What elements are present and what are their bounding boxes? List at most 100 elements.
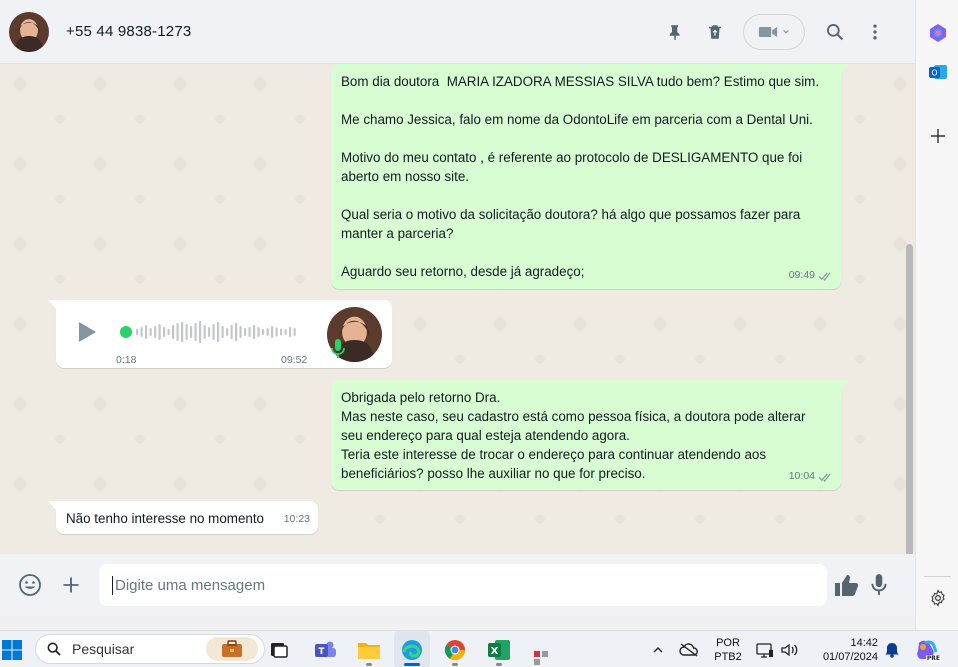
clock-date: 01/07/2024 <box>822 650 878 663</box>
message-list[interactable]: Bom dia doutora MARIA IZADORA MESSIAS SI… <box>0 64 915 554</box>
emoji-icon[interactable] <box>10 565 50 605</box>
waveform-bar <box>158 324 161 340</box>
contact-name[interactable]: +55 44 9838-1273 <box>66 23 191 40</box>
outlook-icon[interactable]: O <box>926 60 950 84</box>
running-indicator <box>452 663 458 666</box>
language-code: POR <box>716 636 740 649</box>
message-time: 09:49 <box>788 269 815 281</box>
message-paragraph: Motivo do meu contato , é referente ao p… <box>341 150 803 184</box>
voice-message[interactable]: 0:18 09:52 <box>48 300 392 368</box>
edge-browser-icon[interactable] <box>394 631 430 667</box>
contact-avatar[interactable] <box>9 11 49 52</box>
waveform-bar <box>239 326 242 338</box>
double-check-icon <box>818 271 831 281</box>
waveform-bar <box>145 325 148 339</box>
outgoing-message[interactable]: Obrigada pelo retorno Dra. Mas neste cas… <box>331 380 849 490</box>
message-time: 09:52 <box>281 354 308 366</box>
waveform-bar <box>289 327 292 337</box>
pinned-app-icon[interactable] <box>526 631 556 667</box>
windows-start-icon[interactable] <box>0 631 24 667</box>
waveform-bar <box>253 325 256 339</box>
copilot-taskbar-icon[interactable]: PRE <box>912 631 942 667</box>
chrome-icon[interactable] <box>438 631 472 667</box>
message-meta: 10:23 <box>284 510 310 529</box>
svg-text:T: T <box>318 647 325 657</box>
waveform-bar <box>257 327 260 337</box>
bubble-tail <box>48 300 57 310</box>
waveform-bar <box>244 328 247 336</box>
svg-text:X: X <box>491 646 499 657</box>
clock-time: 14:42 <box>850 636 878 649</box>
chat-window: +55 44 9838-1273 Bom dia doutora MARIA I… <box>0 0 915 616</box>
waveform-bar <box>163 327 166 337</box>
waveform-bar <box>284 329 287 335</box>
waveform-bar <box>149 328 152 336</box>
video-call-button[interactable] <box>743 14 805 50</box>
incoming-message[interactable]: Não tenho interesse no momento 10:23 <box>48 501 318 534</box>
taskbar-search[interactable]: Pesquisar <box>35 634 265 664</box>
waveform-bar <box>275 327 278 337</box>
bubble-tail <box>840 64 849 74</box>
voice-progress-dot[interactable] <box>120 326 132 338</box>
file-explorer-icon[interactable] <box>352 631 386 667</box>
search-icon[interactable] <box>815 12 855 52</box>
menu-icon[interactable] <box>855 12 895 52</box>
teams-icon[interactable]: T <box>308 631 342 667</box>
microphone-icon <box>330 338 346 360</box>
excel-icon[interactable]: X <box>482 631 516 667</box>
running-indicator <box>366 663 372 666</box>
message-input[interactable] <box>99 564 827 606</box>
svg-text:O: O <box>931 69 937 78</box>
clock[interactable]: 14:42 01/07/2024 <box>808 631 878 667</box>
settings-gear-icon[interactable] <box>926 586 950 610</box>
copilot-icon[interactable] <box>926 21 950 45</box>
outgoing-message[interactable]: Bom dia doutora MARIA IZADORA MESSIAS SI… <box>331 64 849 289</box>
message-meta: 10:04 <box>789 467 833 486</box>
message-paragraph: Me chamo Jessica, falo em nome da Odonto… <box>341 112 813 127</box>
text-caret <box>112 576 113 595</box>
message-time: 10:04 <box>788 470 815 482</box>
voice-waveform[interactable] <box>132 317 302 347</box>
onedrive-offline-icon[interactable] <box>676 631 702 667</box>
language-indicator[interactable]: POR PTB2 <box>708 631 748 667</box>
waveform-bar <box>167 329 170 335</box>
waveform-bar <box>271 326 274 338</box>
waveform-bar <box>230 325 233 339</box>
network-icon[interactable] <box>754 631 776 667</box>
volume-icon[interactable] <box>778 631 800 667</box>
scrollbar[interactable] <box>906 244 913 554</box>
message-paragraph: Aguardo seu retorno, desde já agradeço; <box>341 264 585 279</box>
message-paragraph: Qual seria o motivo da solicitação douto… <box>341 207 801 241</box>
delete-icon[interactable] <box>695 12 735 52</box>
search-placeholder: Pesquisar <box>72 641 135 657</box>
waveform-bar <box>185 324 188 340</box>
waveform-bar <box>136 329 139 335</box>
waveform-bar <box>154 326 157 338</box>
add-sidebar-app-icon[interactable] <box>926 124 950 148</box>
chat-header: +55 44 9838-1273 <box>0 0 915 64</box>
waveform-bar <box>194 323 197 341</box>
attach-plus-icon[interactable] <box>51 565 91 605</box>
waveform-bar <box>217 322 220 342</box>
waveform-bar <box>176 323 179 341</box>
waveform-bar <box>181 322 184 342</box>
waveform-bar <box>140 327 143 337</box>
pin-icon[interactable] <box>655 12 695 52</box>
notification-bell-icon[interactable] <box>882 631 902 667</box>
waveform-bar <box>212 324 215 340</box>
taskbar: Pesquisar T X POR PTB2 14:42 01/07/2024 … <box>0 630 958 667</box>
waveform-bar <box>172 325 175 339</box>
bubble-tail <box>48 501 57 511</box>
waveform-bar <box>226 328 229 336</box>
tray-overflow-chevron-icon[interactable] <box>648 631 668 667</box>
voice-duration: 0:18 <box>116 354 137 366</box>
copilot-badge: PRE <box>925 655 941 662</box>
browser-sidebar: O <box>915 0 958 630</box>
play-icon[interactable] <box>74 320 98 344</box>
message-paragraph: Bom dia doutora MARIA IZADORA MESSIAS SI… <box>341 74 820 89</box>
search-highlight-icon <box>206 637 258 661</box>
microphone-icon[interactable] <box>859 565 899 605</box>
waveform-bar <box>266 328 269 336</box>
task-view-icon[interactable] <box>264 631 294 667</box>
keyboard-layout: PTB2 <box>714 650 742 663</box>
